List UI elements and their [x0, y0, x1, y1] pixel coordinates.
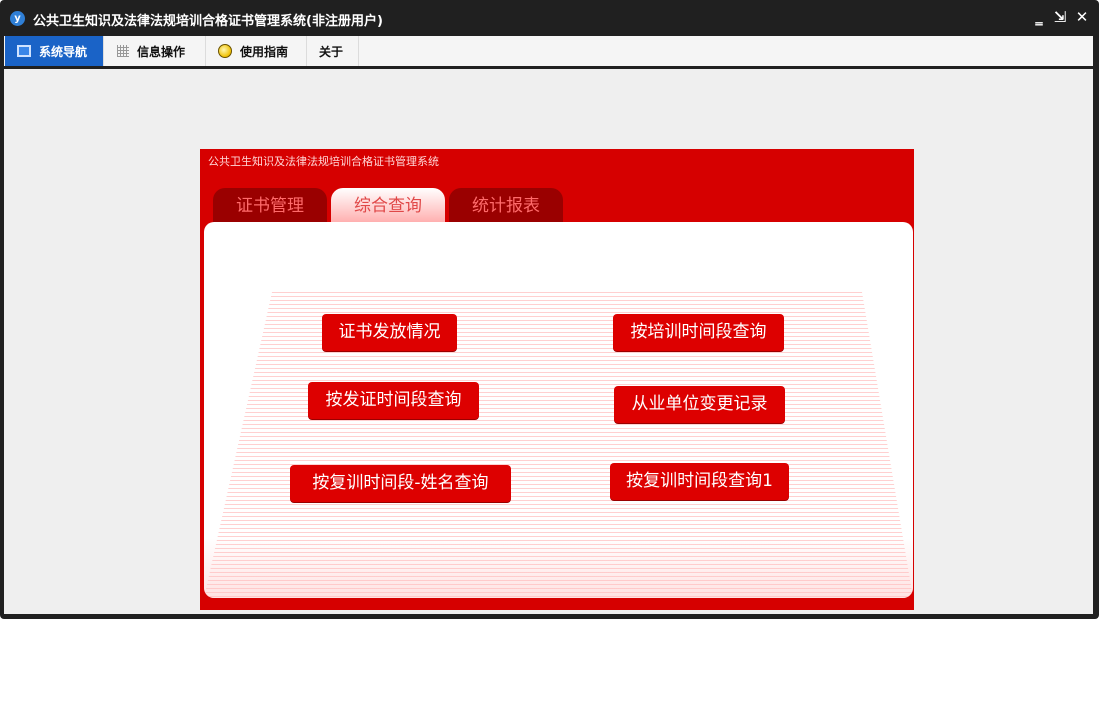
menu-item-system-nav[interactable]: 系统导航	[5, 36, 104, 66]
lightbulb-icon	[218, 44, 232, 58]
menu-item-label: 信息操作	[137, 44, 186, 59]
panel-title: 公共卫生知识及法律法规培训合格证书管理系统	[208, 155, 439, 168]
restore-icon[interactable]: ⇲	[1050, 6, 1070, 28]
menu-item-label: 关于	[319, 44, 344, 59]
tab-statistics-report[interactable]: 统计报表	[449, 188, 563, 222]
tab-certificate-management[interactable]: 证书管理	[213, 188, 327, 222]
grid-icon	[117, 45, 129, 57]
query-by-retraining-period-button[interactable]: 按复训时间段查询1	[610, 463, 789, 500]
title-bar[interactable]: y 公共卫生知识及法律法规培训合格证书管理系统(非注册用户) ‗ ⇲ ✕	[0, 0, 1099, 36]
query-by-training-period-button[interactable]: 按培训时间段查询	[613, 314, 784, 351]
menu-item-info-ops[interactable]: 信息操作	[105, 36, 206, 66]
tab-content: 证书发放情况 按培训时间段查询 按发证时间段查询 从业单位变更记录 按复训时间段…	[204, 222, 913, 598]
menu-item-label: 使用指南	[240, 44, 289, 59]
monitor-icon	[17, 45, 31, 57]
query-by-issue-period-button[interactable]: 按发证时间段查询	[308, 382, 479, 419]
app-logo-icon: y	[10, 11, 25, 26]
close-icon[interactable]: ✕	[1072, 6, 1092, 28]
menu-item-about[interactable]: 关于	[307, 36, 359, 66]
cert-issuance-button[interactable]: 证书发放情况	[322, 314, 457, 351]
menu-bar: 系统导航 信息操作 使用指南 关于	[4, 36, 1093, 69]
employer-change-log-button[interactable]: 从业单位变更记录	[614, 386, 785, 423]
minimize-icon[interactable]: ‗	[1029, 6, 1049, 28]
query-panel: 公共卫生知识及法律法规培训合格证书管理系统 证书管理 综合查询 统计报表 证书发…	[200, 149, 914, 610]
window-title: 公共卫生知识及法律法规培训合格证书管理系统(非注册用户)	[33, 14, 383, 29]
decorative-fade	[204, 538, 913, 598]
query-by-retraining-name-button[interactable]: 按复训时间段-姓名查询	[290, 465, 511, 502]
menu-item-guide[interactable]: 使用指南	[206, 36, 307, 66]
tab-comprehensive-query[interactable]: 综合查询	[331, 188, 445, 222]
menu-item-label: 系统导航	[39, 44, 88, 59]
